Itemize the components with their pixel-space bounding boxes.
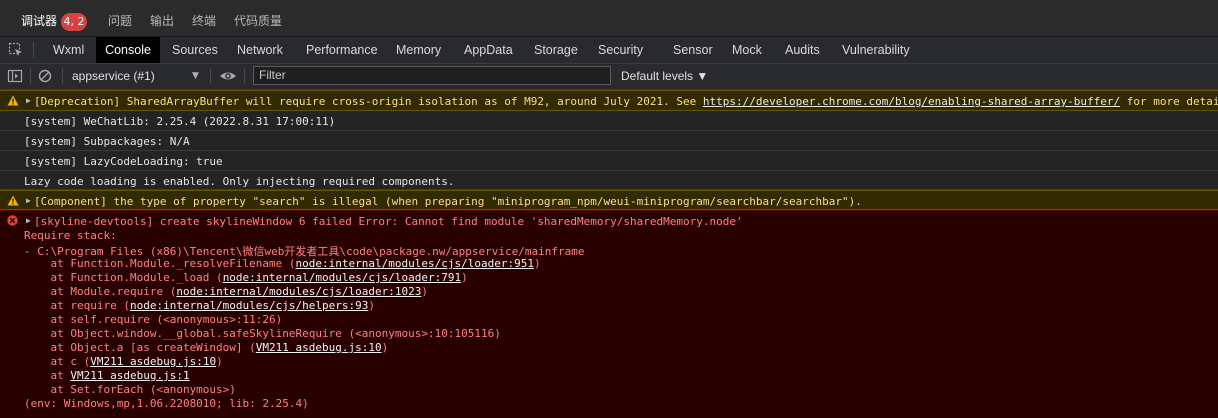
stack-frame: at c (VM211 asdebug.js:10) xyxy=(24,355,223,368)
frame-link[interactable]: node:internal/modules/cjs/loader:791 xyxy=(223,271,461,284)
clear-console-icon[interactable] xyxy=(37,68,53,84)
inspect-element-icon[interactable] xyxy=(8,42,24,58)
top-tab-bar: 调试器 4, 2 问题 输出 终端 代码质量 xyxy=(0,0,1218,37)
expand-triangle-icon[interactable]: ▶ xyxy=(26,216,31,225)
stack-frame: at self.require (<anonymous>:11:26) xyxy=(24,313,283,326)
frame-text: ) xyxy=(216,355,223,368)
frame-text: at c ( xyxy=(24,355,91,368)
context-selector[interactable]: appservice (#1) xyxy=(72,64,155,89)
error-icon xyxy=(7,215,18,226)
tab-audits[interactable]: Audits xyxy=(785,37,820,63)
tab-output[interactable]: 输出 xyxy=(150,0,174,36)
frame-text: at Module.require ( xyxy=(24,285,177,298)
stack-frame: at Object.window.__global.safeSkylineReq… xyxy=(24,327,501,340)
frame-text: at Object.a [as createWindow] ( xyxy=(24,341,256,354)
tab-mock[interactable]: Mock xyxy=(732,37,762,63)
stack-frame: at Object.a [as createWindow] (VM211 asd… xyxy=(24,341,388,354)
frame-text: at require ( xyxy=(24,299,130,312)
tab-performance[interactable]: Performance xyxy=(306,37,378,63)
stack-frame: at require (node:internal/modules/cjs/he… xyxy=(24,299,375,312)
frame-text: ) xyxy=(368,299,376,312)
frame-text: ) xyxy=(421,285,428,298)
divider xyxy=(210,68,211,84)
tab-sources[interactable]: Sources xyxy=(172,37,218,63)
frame-link[interactable]: VM211 asdebug.js:10 xyxy=(90,355,216,368)
deprecation-suffix: for more details. xyxy=(1126,95,1218,108)
tab-sensor[interactable]: Sensor xyxy=(673,37,713,63)
tab-storage[interactable]: Storage xyxy=(534,37,578,63)
console-log-message: [system] LazyCodeLoading: true xyxy=(0,151,1218,171)
frame-text: at Function.Module._resolveFilename ( xyxy=(24,257,296,270)
eye-icon[interactable] xyxy=(219,68,237,84)
tab-debugger[interactable]: 调试器 xyxy=(21,0,57,36)
frame-text: ) xyxy=(533,257,541,270)
message-text: Lazy code loading is enabled. Only injec… xyxy=(24,175,455,188)
tab-vulnerability[interactable]: Vulnerability xyxy=(842,37,910,63)
stack-frame: at Module.require (node:internal/modules… xyxy=(24,285,428,298)
message-text: [system] LazyCodeLoading: true xyxy=(24,155,223,168)
console-log-message: Lazy code loading is enabled. Only injec… xyxy=(0,171,1218,190)
frame-link[interactable]: VM211 asdebug.js:1 xyxy=(70,369,189,382)
filter-input[interactable]: Filter xyxy=(253,66,611,85)
message-text: [system] Subpackages: N/A xyxy=(24,135,190,148)
stack-frame: at Function.Module._resolveFilename (nod… xyxy=(24,257,541,270)
tab-memory[interactable]: Memory xyxy=(396,37,441,63)
console-log-message: [system] Subpackages: N/A xyxy=(0,131,1218,151)
tab-terminal[interactable]: 终端 xyxy=(192,0,216,36)
frame-text: ) xyxy=(461,271,468,284)
expand-triangle-icon[interactable]: ▶ xyxy=(26,196,31,205)
issue-count-badge: 4, 2 xyxy=(61,13,87,31)
frame-text: at Function.Module._load ( xyxy=(24,271,223,284)
tab-appdata[interactable]: AppData xyxy=(464,37,513,63)
tab-network[interactable]: Network xyxy=(237,37,283,63)
warning-icon xyxy=(7,195,19,206)
divider xyxy=(62,68,63,84)
message-text: [Component] the type of property "search… xyxy=(34,195,862,208)
message-text: [Deprecation] SharedArrayBuffer will req… xyxy=(34,95,1218,108)
env-info: (env: Windows,mp,1.06.2208010; lib: 2.25… xyxy=(24,397,309,410)
expand-triangle-icon[interactable]: ▶ xyxy=(26,96,31,105)
devtools-tab-strip: Wxml Console Sources Network Performance… xyxy=(0,37,1218,64)
console-toolbar: appservice (#1) ▼ Filter Default levels … xyxy=(0,64,1218,90)
frame-link[interactable]: node:internal/modules/cjs/loader:1023 xyxy=(176,285,421,298)
stack-label: Require stack: xyxy=(24,229,117,242)
frame-link[interactable]: node:internal/modules/cjs/loader:951 xyxy=(296,257,534,270)
tab-problems[interactable]: 问题 xyxy=(108,0,132,36)
console-log-message: [system] WeChatLib: 2.25.4 (2022.8.31 17… xyxy=(0,111,1218,131)
tab-wxml[interactable]: Wxml xyxy=(53,37,84,63)
frame-link[interactable]: node:internal/modules/cjs/helpers:93 xyxy=(130,299,368,312)
console-error-message: ▶ [skyline-devtools] create skylineWindo… xyxy=(0,210,1218,418)
console-warning-message: ▶ [Deprecation] SharedArrayBuffer will r… xyxy=(0,90,1218,111)
divider xyxy=(33,42,34,58)
deprecation-text: [Deprecation] SharedArrayBuffer will req… xyxy=(34,95,703,108)
tab-code-quality[interactable]: 代码质量 xyxy=(234,0,282,36)
stack-frame: at Function.Module._load (node:internal/… xyxy=(24,271,468,284)
console-output: ▶ [Deprecation] SharedArrayBuffer will r… xyxy=(0,90,1218,418)
message-text: [system] WeChatLib: 2.25.4 (2022.8.31 17… xyxy=(24,115,336,128)
divider xyxy=(244,68,245,84)
frame-link[interactable]: VM211 asdebug.js:10 xyxy=(256,341,382,354)
deprecation-link[interactable]: https://developer.chrome.com/blog/enabli… xyxy=(703,95,1120,108)
error-headline: [skyline-devtools] create skylineWindow … xyxy=(34,215,743,228)
tab-security[interactable]: Security xyxy=(598,37,643,63)
tab-console[interactable]: Console xyxy=(96,37,160,63)
frame-text: at xyxy=(24,369,71,382)
log-levels-dropdown[interactable]: Default levels ▼ xyxy=(621,64,708,89)
sidebar-toggle-icon[interactable] xyxy=(7,68,23,84)
console-warning-message: ▶ [Component] the type of property "sear… xyxy=(0,190,1218,210)
divider xyxy=(30,68,31,84)
stack-frame: at VM211 asdebug.js:1 xyxy=(24,369,189,382)
stack-frame: at Set.forEach (<anonymous>) xyxy=(24,383,236,396)
chevron-down-icon[interactable]: ▼ xyxy=(192,64,199,89)
warning-icon xyxy=(7,95,19,106)
frame-text: ) xyxy=(381,341,389,354)
